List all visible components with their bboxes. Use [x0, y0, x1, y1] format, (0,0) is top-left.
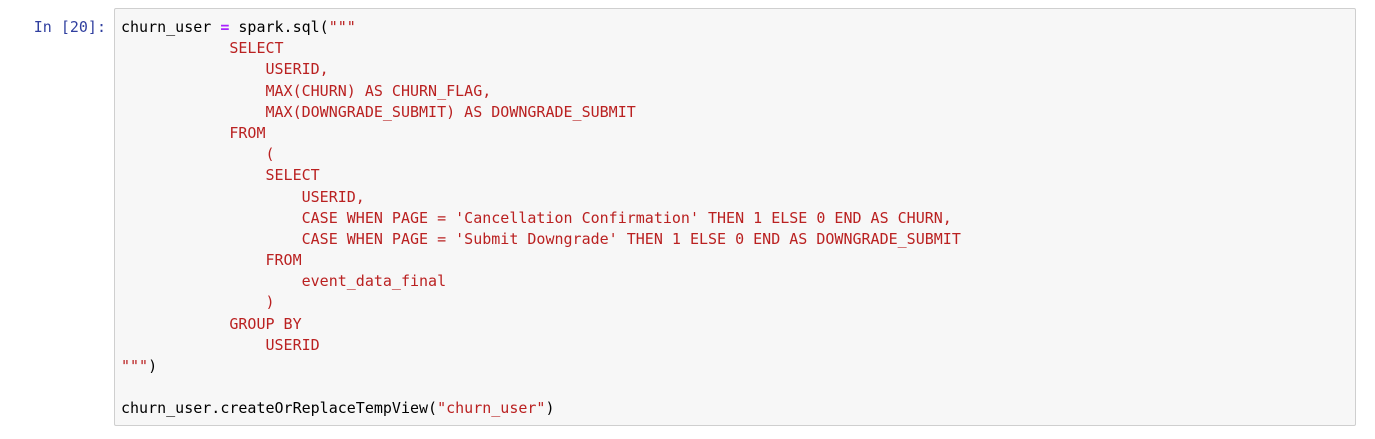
sql-line: MAX(DOWNGRADE_SUBMIT) AS DOWNGRADE_SUBMI…	[121, 102, 636, 121]
input-prompt: In [20]:	[33, 18, 106, 36]
sql-line: USERID,	[121, 187, 365, 206]
sql-line: MAX(CHURN) AS CHURN_FLAG,	[121, 81, 492, 100]
string-open-quotes: """	[328, 18, 356, 36]
close-paren: )	[545, 399, 555, 418]
view-name-string: "churn_user"	[437, 399, 546, 418]
sql-line: CASE WHEN PAGE = 'Submit Downgrade' THEN…	[121, 229, 961, 248]
sql-line: FROM	[121, 251, 302, 270]
sql-line: )	[121, 293, 275, 312]
sql-line: (	[121, 145, 275, 164]
sql-line: USERID,	[121, 60, 329, 79]
sql-line: event_data_final	[121, 272, 447, 291]
code-line-temp-view: churn_user.createOrReplaceTempView("chur…	[121, 398, 1349, 419]
notebook-code-cell: In [20]: churn_user = spark.sql(""" SELE…	[0, 0, 1375, 439]
close-paren: )	[148, 357, 158, 375]
code-line-1: churn_user = spark.sql("""	[121, 17, 1349, 38]
code-editor[interactable]: churn_user = spark.sql(""" SELECT USERID…	[114, 8, 1356, 426]
code-content: churn_user = spark.sql(""" SELECT USERID…	[115, 9, 1355, 425]
sql-line: CASE WHEN PAGE = 'Cancellation Confirmat…	[121, 208, 952, 227]
spark-sql-call: spark.sql(	[238, 18, 329, 36]
create-temp-view-call: churn_user.createOrReplaceTempView(	[121, 399, 438, 418]
sql-line: SELECT	[121, 39, 284, 58]
variable-churn-user: churn_user	[121, 18, 212, 36]
sql-line: USERID	[121, 335, 320, 354]
sql-line: FROM	[121, 123, 266, 142]
sql-line: GROUP BY	[121, 314, 302, 333]
code-line-string-close: """)	[121, 356, 1349, 377]
string-close-quotes: """	[121, 357, 149, 375]
sql-line: SELECT	[121, 166, 320, 185]
